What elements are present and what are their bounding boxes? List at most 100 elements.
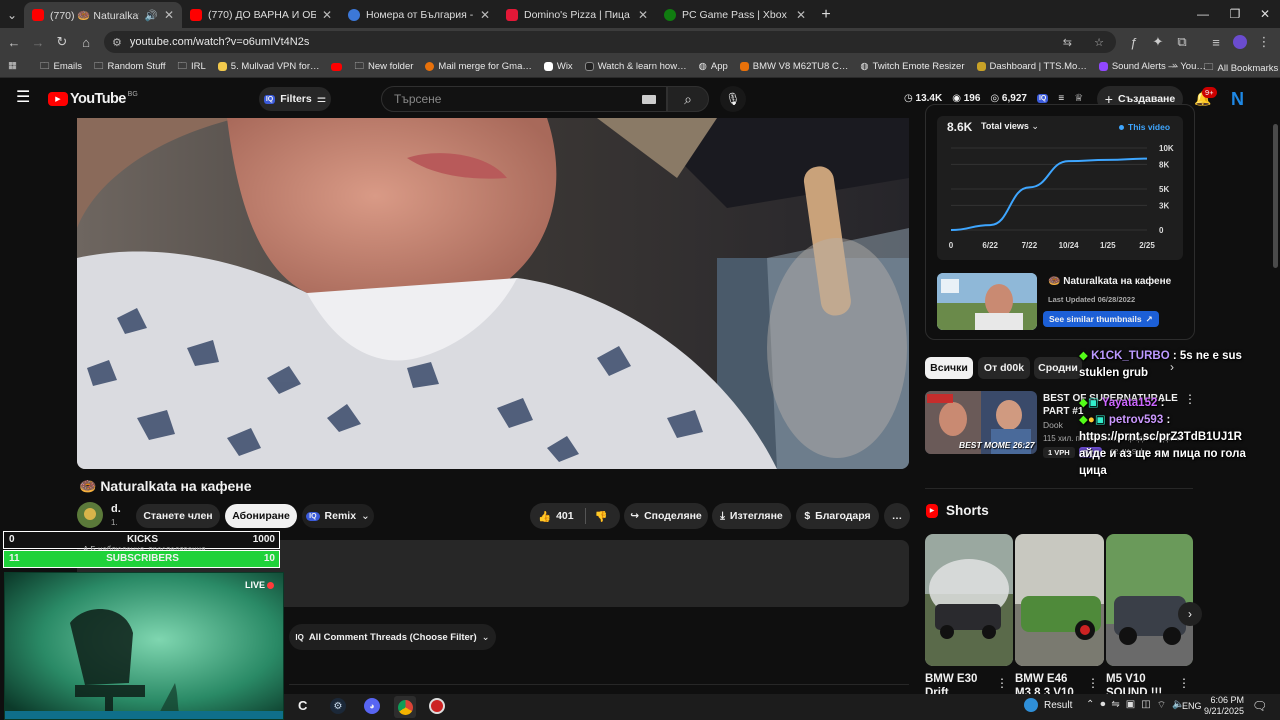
profile-avatar[interactable] bbox=[1230, 32, 1250, 52]
more-bookmarks-icon[interactable]: » bbox=[1172, 60, 1177, 71]
weather-widget[interactable]: Result bbox=[1024, 698, 1072, 712]
reload-icon[interactable]: ↻ bbox=[52, 32, 72, 52]
account-avatar[interactable]: N bbox=[1231, 89, 1244, 110]
video-thumbnail[interactable] bbox=[937, 273, 1037, 330]
language-indicator[interactable]: ENG bbox=[1182, 701, 1202, 711]
close-icon[interactable]: ✕ bbox=[164, 8, 174, 22]
bookmark-mail-merge[interactable]: Mail merge for Gma… bbox=[419, 61, 537, 72]
page-scrollbar[interactable] bbox=[1271, 118, 1280, 694]
tab-4[interactable]: PC Game Pass | Xbox ✕ bbox=[656, 2, 814, 28]
translate-icon[interactable]: ⇆ bbox=[1063, 36, 1072, 49]
wifi-icon[interactable]: ⌔ bbox=[1157, 699, 1166, 712]
all-bookmarks[interactable]: 🗀 All Bookmarks bbox=[1198, 60, 1280, 76]
site-info-icon[interactable]: ⚙ bbox=[112, 36, 122, 49]
filters-button[interactable]: IQ Filters ⚌ bbox=[259, 87, 331, 111]
bookmark-sound-alerts[interactable]: Sound Alerts — You… bbox=[1093, 61, 1212, 72]
related-video-thumbnail[interactable]: BEST MOME 26:27 bbox=[925, 391, 1037, 454]
comment-filter-dropdown[interactable]: IQ All Comment Threads (Choose Filter) ⌄ bbox=[289, 624, 496, 650]
shorts-next-button[interactable]: › bbox=[1178, 602, 1202, 626]
scrollbar-thumb[interactable] bbox=[1273, 124, 1278, 268]
short-more-icon[interactable]: ⋮ bbox=[1178, 676, 1190, 690]
close-icon[interactable]: ✕ bbox=[480, 8, 490, 22]
chip-related[interactable]: Сродни bbox=[1034, 357, 1082, 379]
short-more-icon[interactable]: ⋮ bbox=[1087, 676, 1099, 690]
hamburger-menu-icon[interactable]: ☰ bbox=[16, 90, 32, 106]
tab-0[interactable]: (770) 🍩 Naturalkata на ка… 🔊 ✕ bbox=[24, 2, 182, 28]
speaker-icon[interactable]: 🔊 bbox=[145, 9, 158, 22]
address-bar[interactable]: ⚙ youtube.com/watch?v=o6umIVt4N2s ⇆ ☆ bbox=[104, 31, 1116, 53]
steam-icon[interactable]: ⚙ bbox=[330, 698, 346, 714]
short-thumbnail-1[interactable] bbox=[1015, 534, 1104, 666]
minimize-button[interactable]: — bbox=[1186, 0, 1220, 28]
extensions-puzzle-icon[interactable]: ⧉ bbox=[1172, 32, 1192, 52]
channel-name[interactable]: d. bbox=[111, 503, 121, 515]
join-button[interactable]: Станете член bbox=[136, 504, 220, 528]
short-thumbnail-0[interactable] bbox=[925, 534, 1013, 666]
tray-app-icon[interactable]: ▣ bbox=[1126, 699, 1135, 712]
tab-3[interactable]: Domino's Pizza | Пица и храна… ✕ bbox=[498, 2, 656, 28]
more-actions-button[interactable]: … bbox=[884, 503, 910, 529]
bookmark-watch-learn[interactable]: Watch & learn how… bbox=[579, 61, 693, 72]
bookmark-app[interactable]: ◍ App bbox=[693, 61, 734, 72]
apps-grid-icon[interactable]: ▦ bbox=[8, 60, 17, 71]
related-video-channel[interactable]: Dook bbox=[1043, 420, 1063, 430]
download-button[interactable]: ⤓ Изтегляне bbox=[712, 503, 791, 529]
bookmark-new-folder[interactable]: 🗀 New folder bbox=[348, 59, 419, 75]
new-tab-button[interactable]: + bbox=[814, 2, 838, 28]
extension-f-icon[interactable]: ƒ bbox=[1124, 32, 1144, 52]
bookmark-twitch-emote[interactable]: ◍ Twitch Emote Resizer bbox=[854, 61, 970, 72]
browser-menu-icon[interactable]: ⋮ bbox=[1254, 32, 1274, 52]
share-button[interactable]: ↪ Споделяне bbox=[624, 503, 708, 529]
chip-from-channel[interactable]: От d00k bbox=[978, 357, 1030, 379]
thumbs-down-icon[interactable]: 👎 bbox=[595, 510, 608, 523]
url-text[interactable]: youtube.com/watch?v=o6umIVt4N2s bbox=[130, 36, 309, 48]
thumbs-up-icon[interactable]: 👍 bbox=[538, 510, 551, 523]
bookmark-wix[interactable]: Wix bbox=[538, 61, 579, 72]
chip-all[interactable]: Всички bbox=[925, 357, 973, 379]
app-icon-c[interactable]: C bbox=[298, 698, 307, 713]
bookmark-irl[interactable]: 🗀 IRL bbox=[171, 59, 211, 75]
tab-2[interactable]: Номера от България - Търсен… ✕ bbox=[340, 2, 498, 28]
iq-icon[interactable]: IQ bbox=[1036, 94, 1049, 103]
keyboard-icon[interactable] bbox=[642, 95, 656, 104]
bookmark-bmw[interactable]: BMW V8 M62TU8 C… bbox=[734, 61, 855, 72]
tab-1[interactable]: (770) ДО ВАРНА И ОБРАТНО | ✕ bbox=[182, 2, 340, 28]
remix-button[interactable]: IQ Remix ⌄ bbox=[302, 504, 374, 528]
close-icon[interactable]: ✕ bbox=[638, 8, 648, 22]
close-icon[interactable]: ✕ bbox=[796, 8, 806, 22]
network-icon[interactable]: ⇋ bbox=[1111, 699, 1119, 712]
short-more-icon[interactable]: ⋮ bbox=[996, 676, 1008, 690]
bookmark-dashboard[interactable]: Dashboard | TTS.Mo… bbox=[971, 61, 1093, 72]
reading-list-icon[interactable]: ≡ bbox=[1206, 32, 1226, 52]
search-input[interactable]: Търсене bbox=[381, 86, 667, 112]
list-icon[interactable]: ≡ bbox=[1058, 93, 1064, 104]
home-icon[interactable]: ⌂ bbox=[76, 32, 96, 52]
back-icon[interactable]: ← bbox=[4, 32, 24, 52]
chrome-icon[interactable] bbox=[394, 696, 416, 718]
microphone-icon[interactable]: ⏺ bbox=[1100, 699, 1105, 712]
restore-button[interactable]: ❐ bbox=[1218, 0, 1252, 28]
chevron-up-icon[interactable]: ⌃ bbox=[1086, 699, 1094, 712]
thanks-button[interactable]: $ Благодаря bbox=[796, 503, 879, 529]
tray-app-icon[interactable]: ◫ bbox=[1141, 699, 1150, 712]
short-thumbnail-2[interactable] bbox=[1106, 534, 1193, 666]
search-button[interactable]: ⌕ bbox=[667, 86, 709, 112]
channel-avatar[interactable] bbox=[77, 502, 103, 528]
bookmark-mullvad[interactable]: 5. Mullvad VPN for… bbox=[212, 61, 326, 72]
youtube-logo[interactable]: ▶ YouTube BG bbox=[48, 91, 138, 107]
video-player[interactable] bbox=[77, 118, 909, 469]
notification-center-icon[interactable]: 🗨 bbox=[1252, 699, 1267, 713]
bookmark-emails[interactable]: 🗀 Emails bbox=[34, 59, 88, 75]
bookmark-star-icon[interactable]: ☆ bbox=[1094, 36, 1104, 49]
trophy-icon[interactable]: ♕ bbox=[1074, 93, 1083, 104]
extension-icon[interactable]: ✦ bbox=[1148, 32, 1168, 52]
like-count[interactable]: 401 bbox=[556, 510, 574, 522]
close-window-button[interactable]: ✕ bbox=[1248, 0, 1280, 28]
bookmark-youtube[interactable] bbox=[325, 62, 348, 71]
voice-search-button[interactable]: 🎙 bbox=[720, 86, 746, 112]
bookmark-random-stuff[interactable]: 🗀 Random Stuff bbox=[88, 59, 171, 75]
close-icon[interactable]: ✕ bbox=[322, 8, 332, 22]
obs-icon[interactable] bbox=[429, 698, 445, 714]
discord-icon[interactable]: ◕ bbox=[364, 698, 380, 714]
forward-icon[interactable]: → bbox=[28, 32, 48, 52]
